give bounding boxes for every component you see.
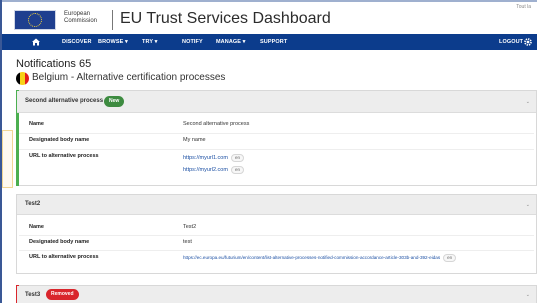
- eu-flag-logo[interactable]: [14, 10, 56, 30]
- notification-panel: Second alternative process New ⌄ Name Se…: [16, 90, 537, 186]
- nav-support[interactable]: SUPPORT: [260, 39, 287, 45]
- commission-line2: Commission: [64, 18, 98, 24]
- chevron-down-icon[interactable]: ⌄: [526, 292, 530, 298]
- home-icon[interactable]: [31, 37, 41, 47]
- app-title: EU Trust Services Dashboard: [120, 10, 331, 27]
- panel-header[interactable]: Test2 ⌄: [17, 195, 536, 215]
- language-tag: en: [230, 166, 244, 174]
- row-divider: [19, 250, 534, 251]
- notification-panel: Test3 Removed ⌄: [16, 285, 537, 303]
- field-value: Test2: [183, 224, 197, 230]
- commission-line1: European: [64, 11, 91, 17]
- url-link[interactable]: https://myurl2.com: [183, 167, 228, 173]
- page-title: Notifications 65: [16, 58, 92, 70]
- logo-separator: [112, 10, 113, 30]
- panel-header[interactable]: Test3 Removed ⌄: [17, 286, 536, 303]
- url-value: https://ec.europa.eu/futurium/en/content…: [183, 254, 457, 262]
- url-link[interactable]: https://ec.europa.eu/futurium/en/content…: [183, 255, 440, 260]
- field-label: Designated body name: [29, 239, 90, 245]
- nav-try[interactable]: TRY ▾: [142, 39, 158, 45]
- panel-title: Test2: [25, 201, 41, 207]
- nav-notify[interactable]: NOTIFY: [182, 39, 203, 45]
- field-value: test: [183, 239, 192, 245]
- field-value: My name: [183, 137, 206, 143]
- gear-icon[interactable]: [523, 37, 533, 47]
- panel-title: Second alternative process: [25, 98, 104, 104]
- notification-panel: Test2 ⌄ Name Test2 Designated body name …: [16, 194, 537, 274]
- field-label: URL to alternative process: [29, 153, 99, 159]
- belgium-flag-icon: [16, 72, 29, 85]
- side-highlight-marker: [2, 130, 13, 188]
- logout-link[interactable]: LOGOUT: [499, 39, 523, 45]
- row-divider: [19, 235, 534, 236]
- chevron-down-icon[interactable]: ⌄: [526, 202, 530, 208]
- country-title: Belgium - Alternative certification proc…: [32, 72, 226, 83]
- chevron-down-icon[interactable]: ⌄: [526, 99, 530, 105]
- commission-logo-text: European Commission: [64, 11, 97, 25]
- url-value: https://myurl1.com en: [183, 154, 244, 162]
- top-right-text[interactable]: Tout la: [516, 4, 531, 10]
- new-badge: New: [104, 96, 125, 107]
- nav-discover[interactable]: DISCOVER: [62, 39, 92, 45]
- field-value: Second alternative process: [183, 121, 250, 127]
- main-navbar: DISCOVER BROWSE ▾ TRY ▾ NOTIFY MANAGE ▾ …: [2, 34, 537, 50]
- url-link[interactable]: https://myurl1.com: [183, 155, 228, 161]
- field-label: Designated body name: [29, 137, 90, 143]
- panel-title: Test3: [25, 292, 41, 298]
- language-tag: en: [230, 154, 244, 162]
- removed-badge: Removed: [46, 289, 79, 300]
- field-label: URL to alternative process: [29, 254, 99, 260]
- field-label: Name: [29, 121, 44, 127]
- panel-header[interactable]: Second alternative process New ⌄: [17, 91, 536, 113]
- field-label: Name: [29, 224, 44, 230]
- nav-browse[interactable]: BROWSE ▾: [98, 39, 128, 45]
- row-divider: [19, 149, 534, 150]
- nav-manage[interactable]: MANAGE ▾: [216, 39, 246, 45]
- row-divider: [19, 133, 534, 134]
- eu-stars-icon: [28, 13, 42, 27]
- url-value: https://myurl2.com en: [183, 166, 244, 174]
- language-tag: en: [443, 254, 457, 262]
- site-header: European Commission EU Trust Services Da…: [2, 2, 537, 34]
